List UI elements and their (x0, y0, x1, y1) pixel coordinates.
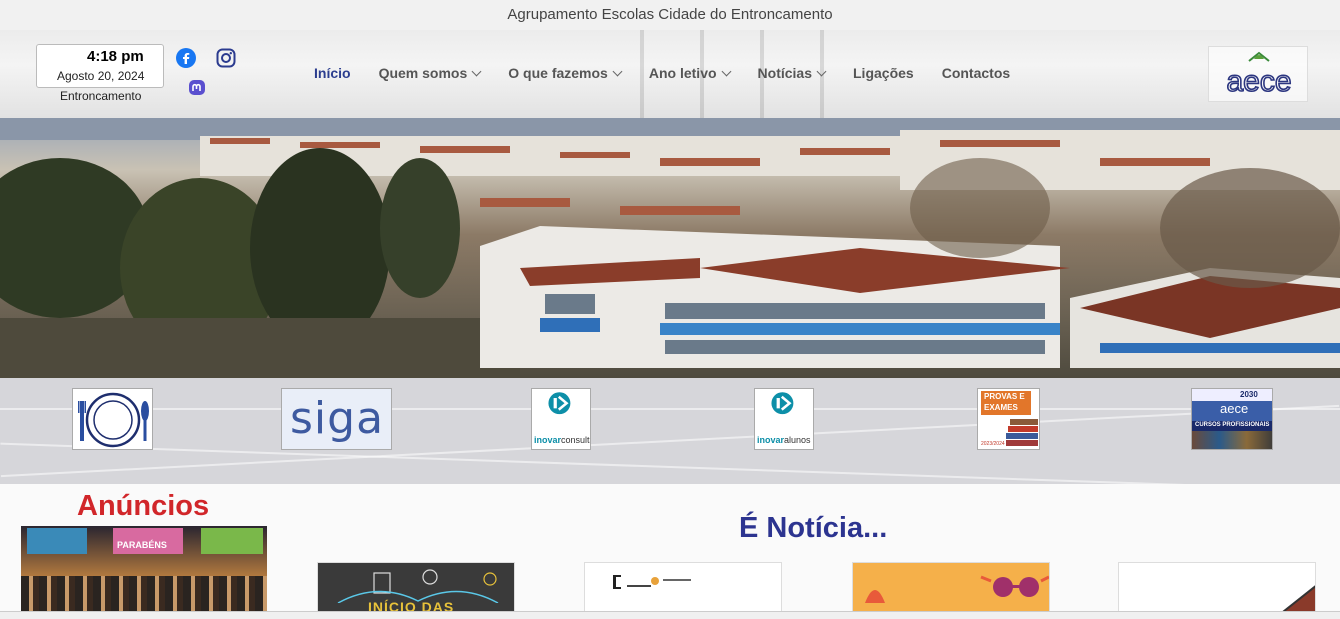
book-icon (1010, 419, 1038, 425)
clock-date: Agosto 20, 2024 (57, 69, 145, 83)
clock-city: Entroncamento (60, 89, 142, 103)
provas-year: 2023/2024 (981, 441, 1005, 447)
quick-links-strip: siga inovarconsulta inovaralunos PROVAS … (0, 378, 1340, 484)
inovar-alunos-link[interactable]: inovaralunos (754, 388, 814, 450)
book-icon (1008, 426, 1038, 432)
republica-logo (613, 575, 621, 589)
nav-o-que-fazemos[interactable]: O que fazemos (508, 65, 623, 81)
provas-exames-link[interactable]: PROVAS E EXAMES 2023/2024 (977, 388, 1040, 450)
anuncios-heading: Anúncios (77, 490, 210, 522)
nav-inicio[interactable]: Início (314, 65, 351, 81)
cursos-year: 2030 (1240, 390, 1258, 399)
site-header: 4:18 pm Agosto 20, 2024 Entroncamento In… (0, 30, 1340, 118)
nav-label: Quem somos (378, 65, 468, 81)
track-decoration (0, 408, 1340, 410)
nav-label: Ligações (853, 65, 914, 81)
logo-caption (627, 585, 651, 587)
nav-label: Contactos (941, 65, 1011, 81)
nav-label: Início (314, 65, 351, 81)
emblem-icon (651, 577, 659, 585)
exames-text: EXAMES (984, 403, 1018, 412)
instagram-icon[interactable] (216, 48, 236, 68)
mastodon-icon[interactable] (187, 78, 207, 98)
page-bottom-edge (0, 611, 1340, 619)
nav-ligacoes[interactable]: Ligações (853, 65, 914, 81)
screen-photo (201, 528, 263, 554)
cursos-profissionais-link[interactable]: 2030 aece CURSOS PROFISSIONAIS (1191, 388, 1273, 450)
logo-text: aece (1226, 65, 1291, 98)
site-title-bar: Agrupamento Escolas Cidade do Entroncame… (0, 0, 1340, 30)
screen-photo (27, 528, 87, 554)
provas-text: PROVAS E (984, 392, 1025, 401)
plate-cutlery-icon (73, 389, 152, 449)
clock-time: 4:18 pm (87, 48, 144, 65)
ementas-link[interactable] (72, 388, 153, 450)
inovar-label: inovarconsulta (534, 435, 590, 445)
inovar-icon (548, 392, 571, 415)
chevron-down-icon (612, 66, 623, 76)
clock-widget: 4:18 pm Agosto 20, 2024 (36, 44, 164, 88)
cursos-label: CURSOS PROFISSIONAIS (1195, 422, 1270, 428)
anuncio-banner: PARABÉNS (117, 540, 167, 550)
cursos-photos (1192, 431, 1272, 449)
nav-noticias[interactable]: Notícias (757, 65, 827, 81)
inovar-label: inovaralunos (757, 435, 811, 445)
facebook-icon[interactable] (176, 48, 196, 68)
nav-contactos[interactable]: Contactos (942, 65, 1010, 81)
crowd-photo (21, 576, 267, 616)
inovar-icon (771, 392, 794, 415)
inovar-consulta-link[interactable]: inovarconsulta (531, 388, 591, 450)
site-title: Agrupamento Escolas Cidade do Entroncame… (507, 6, 833, 23)
chalk-drawings (337, 569, 499, 603)
anuncio-image[interactable]: PARABÉNS (21, 526, 267, 616)
school-logo[interactable]: aece (1208, 46, 1308, 102)
siga-text: siga (290, 393, 385, 444)
cursos-logo: aece (1220, 401, 1249, 416)
track-decoration (0, 442, 1340, 484)
chevron-down-icon (471, 66, 482, 76)
main-nav: Início Quem somos O que fazemos Ano leti… (314, 65, 1038, 81)
book-icon (1006, 433, 1038, 439)
chevron-down-icon (721, 66, 731, 76)
hero-image (0, 118, 1340, 378)
book-icon (1006, 440, 1038, 446)
noticia-heading: É Notícia... (739, 512, 888, 544)
nav-label: Ano letivo (648, 65, 717, 81)
main-content: Anúncios PARABÉNS É Notícia... INÍCIO DA… (0, 484, 1340, 619)
chevron-down-icon (816, 66, 827, 76)
siga-link[interactable]: siga (281, 388, 392, 450)
nav-label: Notícias (757, 65, 812, 81)
nav-quem-somos[interactable]: Quem somos (378, 65, 482, 81)
nav-ano-letivo[interactable]: Ano letivo (648, 65, 731, 81)
logo-caption (663, 579, 691, 581)
nav-label: O que fazemos (508, 65, 608, 81)
funding-bar (1192, 389, 1272, 401)
